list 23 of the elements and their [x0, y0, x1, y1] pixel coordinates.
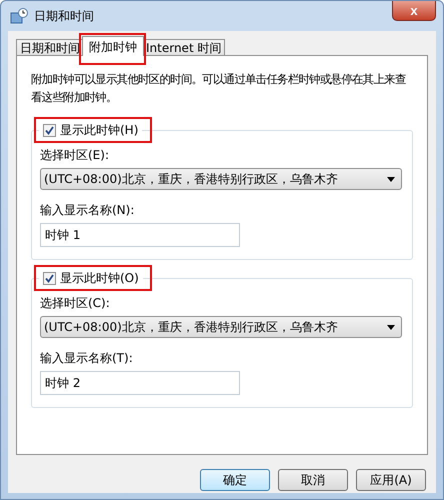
tab[interactable]: 日期和时间 [16, 39, 84, 55]
dialog-button[interactable]: 确定 [200, 469, 270, 491]
close-button[interactable]: x [392, 1, 436, 21]
clock-icon [10, 8, 28, 24]
caret-icon [387, 176, 395, 182]
caret-icon [387, 324, 395, 330]
timezone-dropdown[interactable]: (UTC+08:00)北京，重庆，香港特别行政区，乌鲁木齐 [40, 316, 402, 338]
dialog-button[interactable]: 取消 [278, 469, 348, 491]
dialog-button[interactable]: 应用(A) [356, 469, 426, 491]
window-title: 日期和时间 [34, 8, 94, 24]
field-label: 输入显示名称(N): [40, 202, 134, 219]
checkmark-icon [44, 273, 55, 284]
checkmark-icon [44, 125, 55, 136]
checkbox[interactable]: 显示此时钟(H) [39, 122, 142, 139]
tab[interactable]: 附加时钟 [82, 36, 144, 56]
field-label: 输入显示名称(T): [40, 350, 133, 367]
input-field[interactable]: 时钟 1 [40, 223, 240, 247]
timezone-dropdown[interactable]: (UTC+08:00)北京，重庆，香港特别行政区，乌鲁木齐 [40, 168, 402, 190]
input-field[interactable]: 时钟 2 [40, 371, 240, 395]
field-label: 选择时区(C): [40, 295, 110, 312]
field-label: 选择时区(E): [40, 147, 109, 164]
checkbox[interactable]: 显示此时钟(O) [39, 270, 143, 287]
description-text: 附加时钟可以显示其他时区的时间。可以通过单击任务栏时钟或悬停在其上来查看这些附加时钟。 [31, 71, 407, 106]
